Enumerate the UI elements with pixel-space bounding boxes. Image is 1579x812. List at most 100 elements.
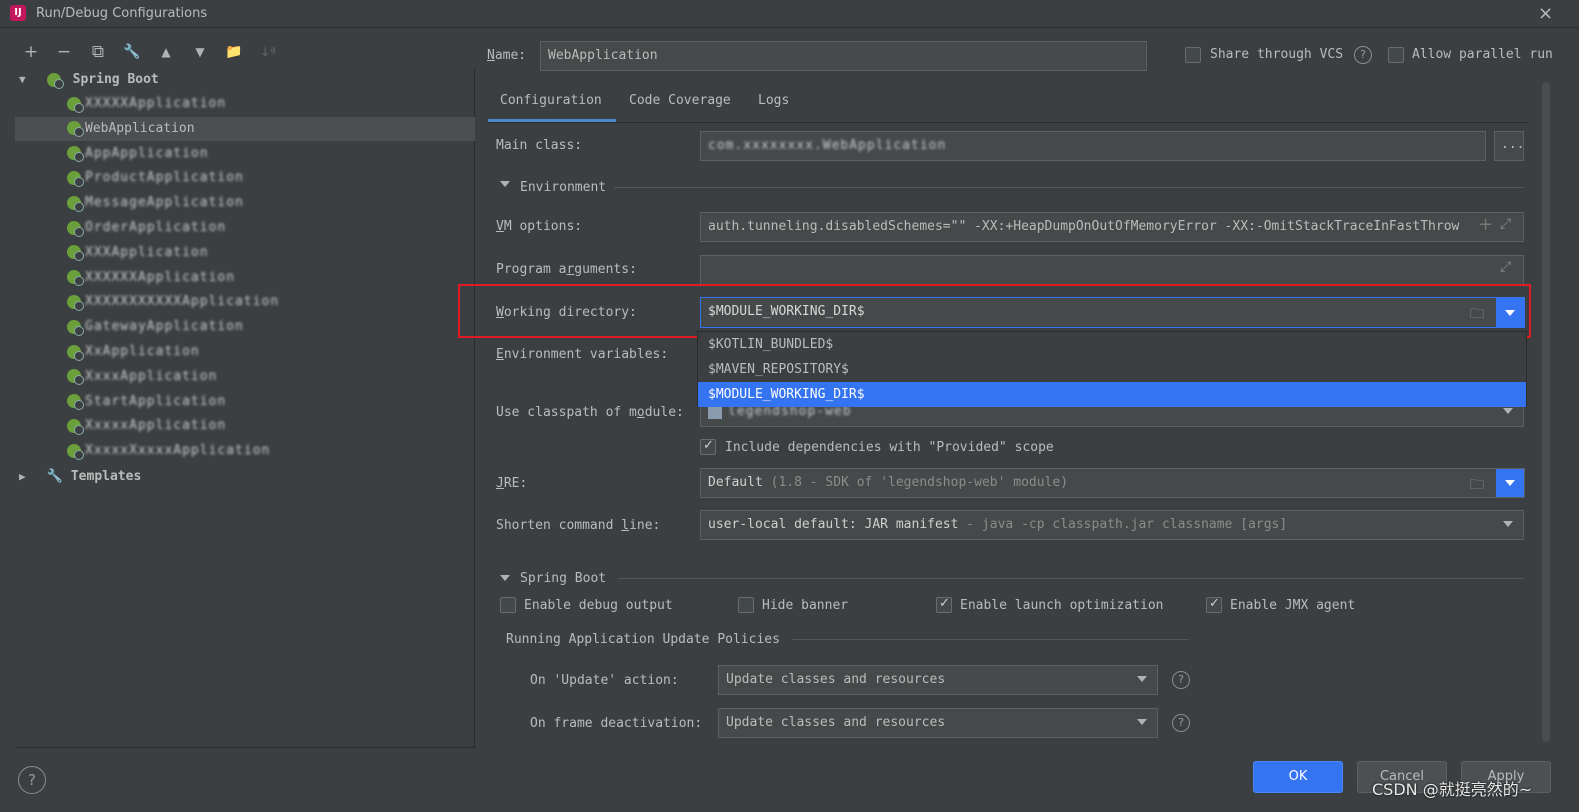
environment-variables-label: Environment variables:: [496, 347, 669, 362]
dropdown-option[interactable]: $MAVEN_REPOSITORY$: [698, 357, 1526, 382]
tree-item[interactable]: OrderApplication: [15, 216, 475, 240]
tree-item[interactable]: XXXXXXXXXXXApplication: [15, 290, 475, 314]
chevron-down-icon[interactable]: [500, 575, 510, 581]
allow-parallel-checkbox[interactable]: [1388, 47, 1404, 63]
update-policies-title: Running Application Update Policies: [506, 632, 780, 647]
enable-debug-checkbox[interactable]: [500, 597, 516, 613]
tab-configuration[interactable]: Configuration: [488, 88, 616, 122]
tab-logs[interactable]: Logs: [758, 88, 789, 122]
help-icon[interactable]: ?: [1172, 714, 1190, 732]
jre-label: JRE:: [496, 476, 528, 491]
move-up-icon[interactable]: ▲: [154, 40, 178, 64]
tree-item[interactable]: XXXXXXApplication: [15, 266, 475, 290]
scrollbar[interactable]: [1542, 82, 1550, 742]
tree-item[interactable]: XXXXXApplication: [15, 92, 475, 116]
chevron-right-icon[interactable]: ▶: [19, 465, 33, 489]
on-frame-label: On frame deactivation:: [530, 716, 703, 731]
tree-item[interactable]: ProductApplication: [15, 166, 475, 190]
spring-boot-section-title[interactable]: Spring Boot: [520, 571, 606, 586]
wrench-icon[interactable]: 🔧: [120, 40, 144, 64]
include-dependencies-checkbox[interactable]: [700, 438, 716, 455]
copy-icon[interactable]: ⧉: [86, 40, 110, 64]
on-frame-select[interactable]: Update classes and resources: [718, 708, 1158, 738]
remove-icon[interactable]: −: [52, 40, 76, 64]
spring-boot-icon: [67, 319, 84, 336]
jre-dropdown-button[interactable]: [1496, 469, 1524, 497]
tree-item-label: XxApplication: [85, 344, 200, 359]
program-arguments-input[interactable]: [700, 255, 1524, 285]
ok-button[interactable]: OK: [1253, 761, 1343, 793]
tree-item[interactable]: GatewayApplication: [15, 315, 475, 339]
vm-options-value: auth.tunneling.disabledSchemes="" -XX:+H…: [708, 219, 1460, 234]
working-directory-dropdown-button[interactable]: [1496, 298, 1524, 327]
browse-button[interactable]: ...: [1494, 131, 1524, 161]
tree-item[interactable]: WebApplication: [15, 116, 475, 141]
spring-boot-icon: [67, 270, 84, 287]
chevron-down-icon[interactable]: ▼: [19, 68, 33, 92]
tree-group-templates[interactable]: ▶ 🔧 Templates: [15, 465, 475, 489]
tree-item[interactable]: XXXApplication: [15, 241, 475, 265]
vm-options-input[interactable]: auth.tunneling.disabledSchemes="" -XX:+H…: [700, 212, 1524, 242]
spring-boot-icon: [67, 443, 84, 460]
shorten-command-label: Shorten command line:: [496, 518, 661, 533]
jmx-agent-checkbox[interactable]: [1206, 596, 1222, 613]
tree-item[interactable]: MessageApplication: [15, 191, 475, 215]
main-class-label: Main class:: [496, 138, 583, 153]
tree-item[interactable]: XxApplication: [15, 340, 475, 364]
close-icon[interactable]: ×: [1538, 3, 1553, 24]
tab-code-coverage[interactable]: Code Coverage: [629, 88, 731, 122]
tree-item-label: MessageApplication: [85, 195, 244, 211]
folder-icon[interactable]: 🗀: [1470, 303, 1484, 327]
tree-item[interactable]: XxxxxApplication: [15, 414, 475, 438]
spring-boot-icon: [67, 418, 84, 435]
folder-icon[interactable]: 🗀: [1470, 474, 1484, 498]
spring-boot-icon: [67, 146, 84, 163]
environment-section-title[interactable]: Environment: [520, 180, 606, 195]
tree-item-label: XxxxxXxxxxApplication: [85, 443, 271, 459]
tree-group-spring-boot[interactable]: ▼ Spring Boot: [15, 68, 475, 92]
spring-boot-icon: [67, 96, 84, 113]
tree-item-label: ProductApplication: [85, 170, 244, 186]
launch-optimization-label: Enable launch optimization: [960, 598, 1164, 613]
on-update-label: On 'Update' action:: [530, 673, 679, 688]
tab-divider: [488, 122, 1528, 123]
move-down-icon[interactable]: ▼: [188, 40, 212, 64]
tree-item[interactable]: XxxxApplication: [15, 365, 475, 389]
expand-icon[interactable]: ⤢: [1500, 259, 1511, 275]
help-icon[interactable]: ?: [1172, 671, 1190, 689]
tree-item[interactable]: StartApplication: [15, 390, 475, 414]
launch-optimization-checkbox[interactable]: [936, 596, 952, 613]
on-update-select[interactable]: Update classes and resources: [718, 665, 1158, 695]
jre-value: Default: [708, 475, 763, 490]
sort-icon[interactable]: ↓ª: [256, 40, 280, 64]
intellij-logo-icon: IJ: [10, 5, 26, 21]
main-class-input[interactable]: com.xxxxxxxx.WebApplication: [700, 131, 1486, 161]
jmx-agent-label: Enable JMX agent: [1230, 598, 1356, 613]
chevron-down-icon[interactable]: [500, 181, 510, 187]
new-folder-icon[interactable]: 📁: [222, 40, 246, 64]
jre-input[interactable]: Default (1.8 - SDK of 'legendshop-web' m…: [700, 468, 1525, 498]
plus-icon[interactable]: +: [1478, 214, 1493, 235]
tree-item[interactable]: XxxxxXxxxxApplication: [15, 439, 475, 463]
tree-item-label: OrderApplication: [85, 220, 227, 235]
tree-item-label: XxxxxApplication: [85, 418, 227, 434]
dropdown-option[interactable]: $KOTLIN_BUNDLED$: [698, 332, 1526, 357]
expand-icon[interactable]: ⤢: [1500, 216, 1511, 232]
enable-debug-label: Enable debug output: [524, 598, 673, 613]
dropdown-option[interactable]: $MODULE_WORKING_DIR$: [698, 382, 1526, 407]
name-input[interactable]: WebApplication: [540, 41, 1147, 71]
shorten-command-select[interactable]: user-local default: JAR manifest - java …: [700, 510, 1524, 540]
help-icon[interactable]: ?: [1354, 46, 1372, 64]
main-class-value: com.xxxxxxxx.WebApplication: [708, 138, 947, 153]
help-button[interactable]: ?: [18, 766, 46, 794]
spring-boot-icon: [67, 195, 84, 212]
add-icon[interactable]: +: [19, 40, 43, 64]
share-vcs-checkbox[interactable]: [1185, 47, 1201, 63]
on-update-value: Update classes and resources: [726, 672, 946, 687]
tree-item-label: XXXXXApplication: [85, 96, 227, 111]
hide-banner-checkbox[interactable]: [738, 597, 754, 613]
wrench-icon: 🔧: [46, 469, 64, 484]
working-directory-input[interactable]: $MODULE_WORKING_DIR$: [700, 297, 1525, 328]
jre-hint: (1.8 - SDK of 'legendshop-web' module): [770, 475, 1069, 490]
tree-item[interactable]: AppApplication: [15, 142, 475, 166]
